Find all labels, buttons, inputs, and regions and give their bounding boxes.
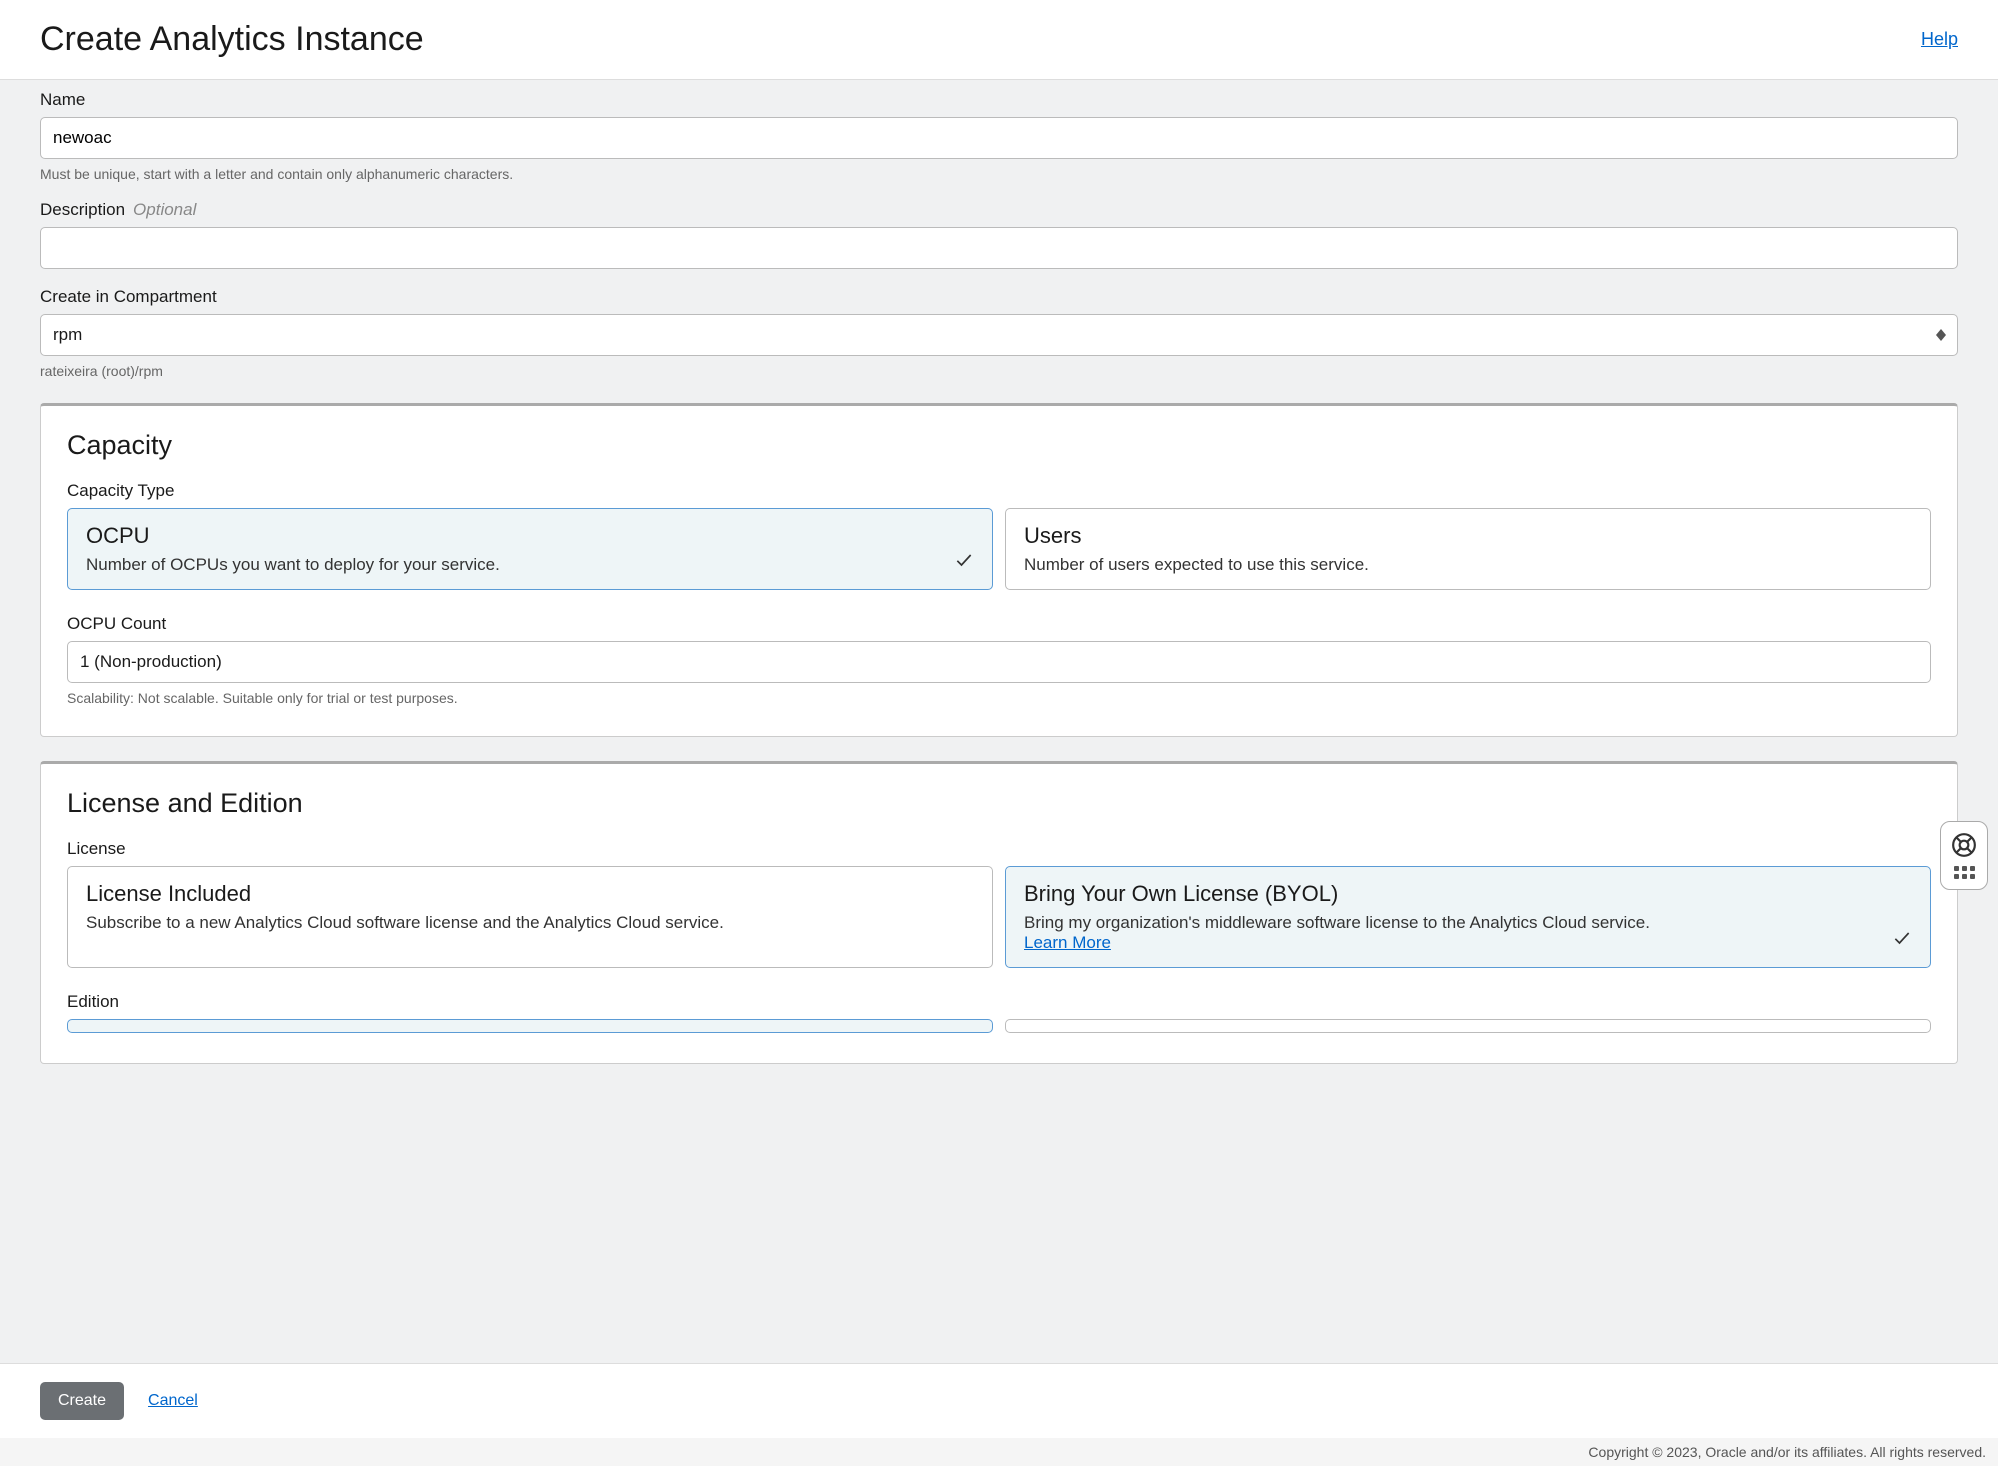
users-desc: Number of users expected to use this ser… [1024, 555, 1912, 575]
create-button[interactable]: Create [40, 1382, 124, 1420]
name-helper: Must be unique, start with a letter and … [40, 166, 1958, 182]
license-byol-desc: Bring my organization's middleware softw… [1024, 913, 1912, 933]
help-widget[interactable] [1940, 821, 1988, 890]
compartment-select[interactable]: rpm [40, 314, 1958, 356]
license-byol-title: Bring Your Own License (BYOL) [1024, 881, 1912, 907]
description-label-text: Description [40, 200, 125, 220]
ocpu-title: OCPU [86, 523, 974, 549]
capacity-type-label: Capacity Type [67, 481, 1931, 501]
license-included-title: License Included [86, 881, 974, 907]
ocpu-count-label: OCPU Count [67, 614, 1931, 634]
compartment-label: Create in Compartment [40, 287, 1958, 307]
page-title: Create Analytics Instance [40, 20, 424, 59]
description-field-group: Description Optional [40, 200, 1958, 269]
capacity-type-ocpu[interactable]: OCPU Number of OCPUs you want to deploy … [67, 508, 993, 590]
license-title: License and Edition [67, 788, 1931, 819]
edition-option-b[interactable] [1005, 1019, 1931, 1033]
description-label: Description Optional [40, 200, 1958, 220]
page-header: Create Analytics Instance Help [0, 0, 1998, 80]
cancel-button[interactable]: Cancel [148, 1392, 198, 1410]
capacity-type-users[interactable]: Users Number of users expected to use th… [1005, 508, 1931, 590]
edition-label: Edition [67, 992, 1931, 1012]
grid-icon [1954, 866, 1975, 879]
ocpu-desc: Number of OCPUs you want to deploy for y… [86, 555, 974, 575]
ocpu-count-helper: Scalability: Not scalable. Suitable only… [67, 690, 1931, 706]
edition-option-a[interactable] [67, 1019, 993, 1033]
capacity-title: Capacity [67, 430, 1931, 461]
ocpu-count-select[interactable]: 1 (Non-production) [67, 641, 1931, 683]
check-icon [954, 550, 974, 575]
compartment-path: rateixeira (root)/rpm [40, 363, 1958, 379]
name-input[interactable] [40, 117, 1958, 159]
compartment-field-group: Create in Compartment rpm rateixeira (ro… [40, 287, 1958, 379]
license-byol-option[interactable]: Bring Your Own License (BYOL) Bring my o… [1005, 866, 1931, 968]
license-label: License [67, 839, 1931, 859]
help-link[interactable]: Help [1921, 29, 1958, 50]
license-included-desc: Subscribe to a new Analytics Cloud softw… [86, 913, 974, 933]
description-input[interactable] [40, 227, 1958, 269]
learn-more-link[interactable]: Learn More [1024, 933, 1111, 952]
copyright-text: Copyright © 2023, Oracle and/or its affi… [0, 1438, 1998, 1466]
footer-bar: Create Cancel [0, 1363, 1998, 1438]
lifebuoy-icon [1951, 832, 1977, 858]
description-optional: Optional [133, 200, 196, 220]
users-title: Users [1024, 523, 1912, 549]
capacity-panel: Capacity Capacity Type OCPU Number of OC… [40, 403, 1958, 737]
license-included-option[interactable]: License Included Subscribe to a new Anal… [67, 866, 993, 968]
license-panel: License and Edition License License Incl… [40, 761, 1958, 1064]
check-icon [1892, 928, 1912, 953]
name-field-group: Name Must be unique, start with a letter… [40, 90, 1958, 182]
name-label: Name [40, 90, 1958, 110]
